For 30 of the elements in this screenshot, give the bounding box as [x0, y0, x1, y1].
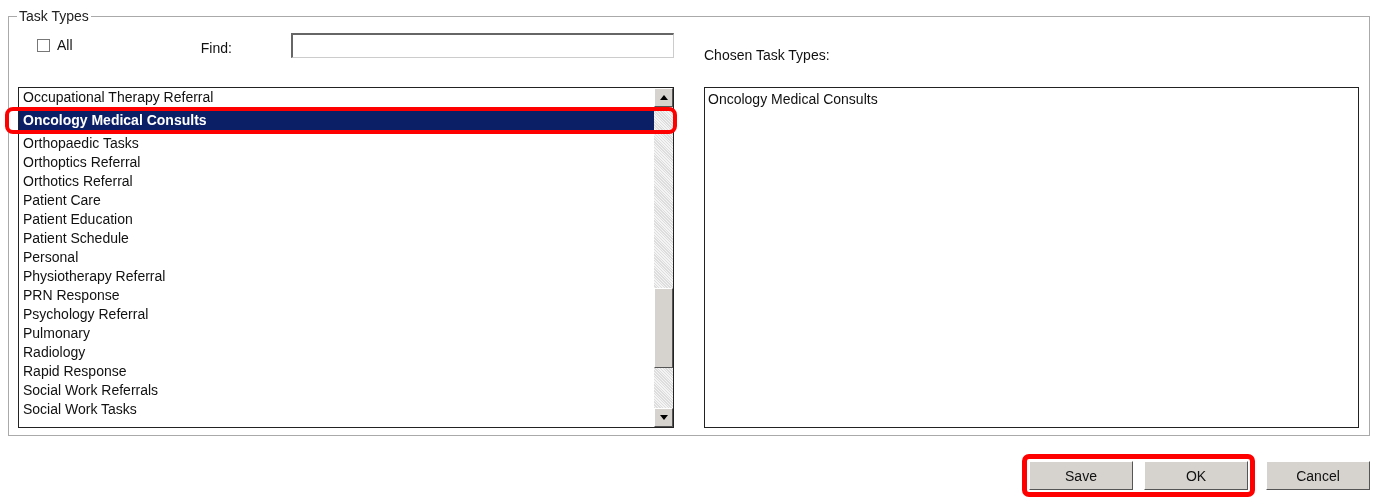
dialog-button[interactable]: OK: [1144, 461, 1248, 490]
scrollbar[interactable]: [654, 88, 673, 427]
list-item[interactable]: Psychology Referral: [19, 305, 654, 324]
list-item[interactable]: Rapid Response: [19, 362, 654, 381]
list-item[interactable]: Orthopaedic Tasks: [19, 134, 654, 153]
list-item[interactable]: Personal: [19, 248, 654, 267]
scroll-thumb[interactable]: [654, 288, 673, 368]
list-item[interactable]: Pulmonary: [19, 324, 654, 343]
list-item[interactable]: Oncology Medical Consults: [19, 111, 654, 130]
group-legend: Task Types: [17, 8, 91, 24]
list-item[interactable]: Social Work Referrals: [19, 381, 654, 400]
list-item[interactable]: Patient Schedule: [19, 229, 654, 248]
list-item[interactable]: Orthoptics Referral: [19, 153, 654, 172]
find-field[interactable]: [290, 32, 674, 58]
list-item[interactable]: Radiology: [19, 343, 654, 362]
scroll-down-icon[interactable]: [654, 408, 673, 427]
list-item[interactable]: Patient Care: [19, 191, 654, 210]
find-label: Find:: [200, 39, 233, 56]
list-item[interactable]: Oncology Medical Consults: [708, 90, 1355, 108]
scroll-up-icon[interactable]: [654, 88, 673, 107]
list-item[interactable]: Social Work Tasks: [19, 400, 654, 419]
dialog-button[interactable]: Save: [1029, 461, 1133, 490]
chosen-label: Chosen Task Types:: [704, 47, 830, 63]
list-item[interactable]: Occupational Therapy Referral: [19, 88, 654, 107]
list-item[interactable]: PRN Response: [19, 286, 654, 305]
list-item[interactable]: Orthotics Referral: [19, 172, 654, 191]
list-item[interactable]: Physiotherapy Referral: [19, 267, 654, 286]
dialog-button[interactable]: Cancel: [1266, 461, 1370, 490]
all-checkbox[interactable]: All: [37, 37, 201, 53]
list-item[interactable]: Patient Education: [19, 210, 654, 229]
